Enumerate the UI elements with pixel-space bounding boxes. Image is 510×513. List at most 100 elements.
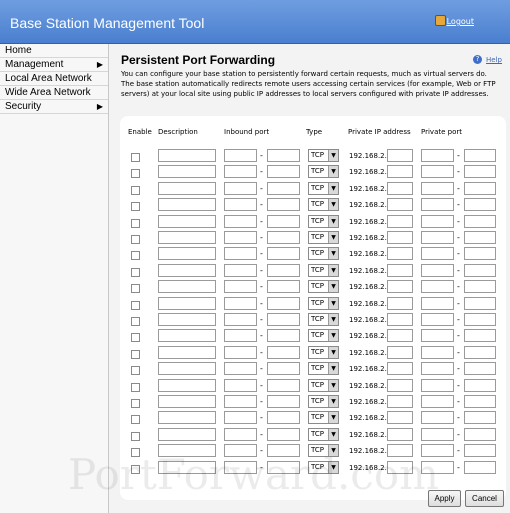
type-select[interactable]: TCP ▼ <box>308 329 339 343</box>
private-port-start-input[interactable] <box>421 296 454 310</box>
sidebar-item-security[interactable]: Security ▶ <box>0 100 108 114</box>
enable-checkbox[interactable] <box>131 202 140 212</box>
private-port-start-input[interactable] <box>421 198 454 212</box>
inbound-port-end-input[interactable] <box>267 411 300 425</box>
inbound-port-end-input[interactable] <box>267 395 300 408</box>
inbound-port-start-input[interactable] <box>224 181 257 195</box>
private-ip-last-octet-input[interactable] <box>387 198 413 212</box>
private-port-start-input[interactable] <box>421 165 454 179</box>
inbound-port-end-input[interactable] <box>267 247 300 261</box>
private-ip-last-octet-input[interactable] <box>387 427 413 441</box>
enable-checkbox[interactable] <box>131 235 140 244</box>
description-input[interactable] <box>158 313 216 326</box>
private-ip-last-octet-input[interactable] <box>387 411 413 425</box>
description-input[interactable] <box>158 181 216 195</box>
enable-checkbox[interactable] <box>131 218 140 228</box>
description-input[interactable] <box>158 345 216 359</box>
private-ip-last-octet-input[interactable] <box>387 165 413 179</box>
inbound-port-start-input[interactable] <box>224 263 257 277</box>
inbound-port-end-input[interactable] <box>267 378 300 392</box>
help-icon[interactable]: ? <box>473 55 482 64</box>
help-link[interactable]: Help <box>486 56 502 64</box>
private-port-end-input[interactable] <box>464 329 496 343</box>
private-port-start-input[interactable] <box>421 329 454 343</box>
private-port-end-input[interactable] <box>464 296 496 310</box>
enable-checkbox[interactable] <box>131 251 140 261</box>
private-port-start-input[interactable] <box>421 395 454 408</box>
sidebar-item-wide-area-network[interactable]: Wide Area Network <box>0 86 108 100</box>
enable-checkbox[interactable] <box>131 349 140 359</box>
inbound-port-end-input[interactable] <box>267 181 300 195</box>
type-select[interactable]: TCP ▼ <box>308 214 339 228</box>
private-port-start-input[interactable] <box>421 378 454 392</box>
inbound-port-end-input[interactable] <box>267 362 300 376</box>
description-input[interactable] <box>158 214 216 228</box>
private-port-end-input[interactable] <box>464 198 496 212</box>
type-select[interactable]: TCP ▼ <box>308 395 339 408</box>
private-port-end-input[interactable] <box>464 362 496 376</box>
type-select[interactable]: TCP ▼ <box>308 345 339 359</box>
cancel-button[interactable]: Cancel <box>465 490 504 507</box>
type-select[interactable]: TCP ▼ <box>308 313 339 326</box>
private-port-end-input[interactable] <box>464 378 496 392</box>
private-port-start-input[interactable] <box>421 214 454 228</box>
description-input[interactable] <box>158 247 216 261</box>
description-input[interactable] <box>158 149 216 162</box>
private-ip-last-octet-input[interactable] <box>387 378 413 392</box>
logout-link[interactable]: Logout <box>447 17 474 26</box>
inbound-port-end-input[interactable] <box>267 427 300 441</box>
inbound-port-start-input[interactable] <box>224 313 257 326</box>
private-ip-last-octet-input[interactable] <box>387 329 413 343</box>
sidebar-item-home[interactable]: Home <box>0 44 108 58</box>
type-select[interactable]: TCP ▼ <box>308 165 339 179</box>
inbound-port-start-input[interactable] <box>224 345 257 359</box>
private-port-start-input[interactable] <box>421 362 454 376</box>
private-port-end-input[interactable] <box>464 313 496 326</box>
type-select[interactable]: TCP ▼ <box>308 411 339 425</box>
private-port-end-input[interactable] <box>464 427 496 441</box>
inbound-port-end-input[interactable] <box>267 280 300 294</box>
private-port-start-input[interactable] <box>421 263 454 277</box>
private-port-start-input[interactable] <box>421 181 454 195</box>
private-ip-last-octet-input[interactable] <box>387 247 413 261</box>
private-port-start-input[interactable] <box>421 345 454 359</box>
description-input[interactable] <box>158 329 216 343</box>
enable-checkbox[interactable] <box>131 153 140 162</box>
description-input[interactable] <box>158 198 216 212</box>
type-select[interactable]: TCP ▼ <box>308 378 339 392</box>
inbound-port-end-input[interactable] <box>267 165 300 179</box>
private-port-start-input[interactable] <box>421 149 454 162</box>
type-select[interactable]: TCP ▼ <box>308 198 339 212</box>
inbound-port-end-input[interactable] <box>267 296 300 310</box>
inbound-port-start-input[interactable] <box>224 198 257 212</box>
enable-checkbox[interactable] <box>131 317 140 326</box>
inbound-port-end-input[interactable] <box>267 214 300 228</box>
private-ip-last-octet-input[interactable] <box>387 214 413 228</box>
private-port-end-input[interactable] <box>464 280 496 294</box>
private-port-end-input[interactable] <box>464 181 496 195</box>
enable-checkbox[interactable] <box>131 333 140 343</box>
inbound-port-start-input[interactable] <box>224 149 257 162</box>
enable-checkbox[interactable] <box>131 267 140 277</box>
private-ip-last-octet-input[interactable] <box>387 280 413 294</box>
private-port-start-input[interactable] <box>421 313 454 326</box>
private-port-end-input[interactable] <box>464 165 496 179</box>
private-port-start-input[interactable] <box>421 411 454 425</box>
private-port-start-input[interactable] <box>421 280 454 294</box>
description-input[interactable] <box>158 231 216 244</box>
type-select[interactable]: TCP ▼ <box>308 247 339 261</box>
private-port-end-input[interactable] <box>464 395 496 408</box>
private-port-end-input[interactable] <box>464 345 496 359</box>
enable-checkbox[interactable] <box>131 366 140 376</box>
inbound-port-end-input[interactable] <box>267 313 300 326</box>
enable-checkbox[interactable] <box>131 382 140 392</box>
inbound-port-end-input[interactable] <box>267 198 300 212</box>
type-select[interactable]: TCP ▼ <box>308 427 339 441</box>
description-input[interactable] <box>158 263 216 277</box>
type-select[interactable]: TCP ▼ <box>308 280 339 294</box>
enable-checkbox[interactable] <box>131 185 140 195</box>
private-ip-last-octet-input[interactable] <box>387 231 413 244</box>
inbound-port-end-input[interactable] <box>267 231 300 244</box>
inbound-port-start-input[interactable] <box>224 231 257 244</box>
inbound-port-start-input[interactable] <box>224 395 257 408</box>
